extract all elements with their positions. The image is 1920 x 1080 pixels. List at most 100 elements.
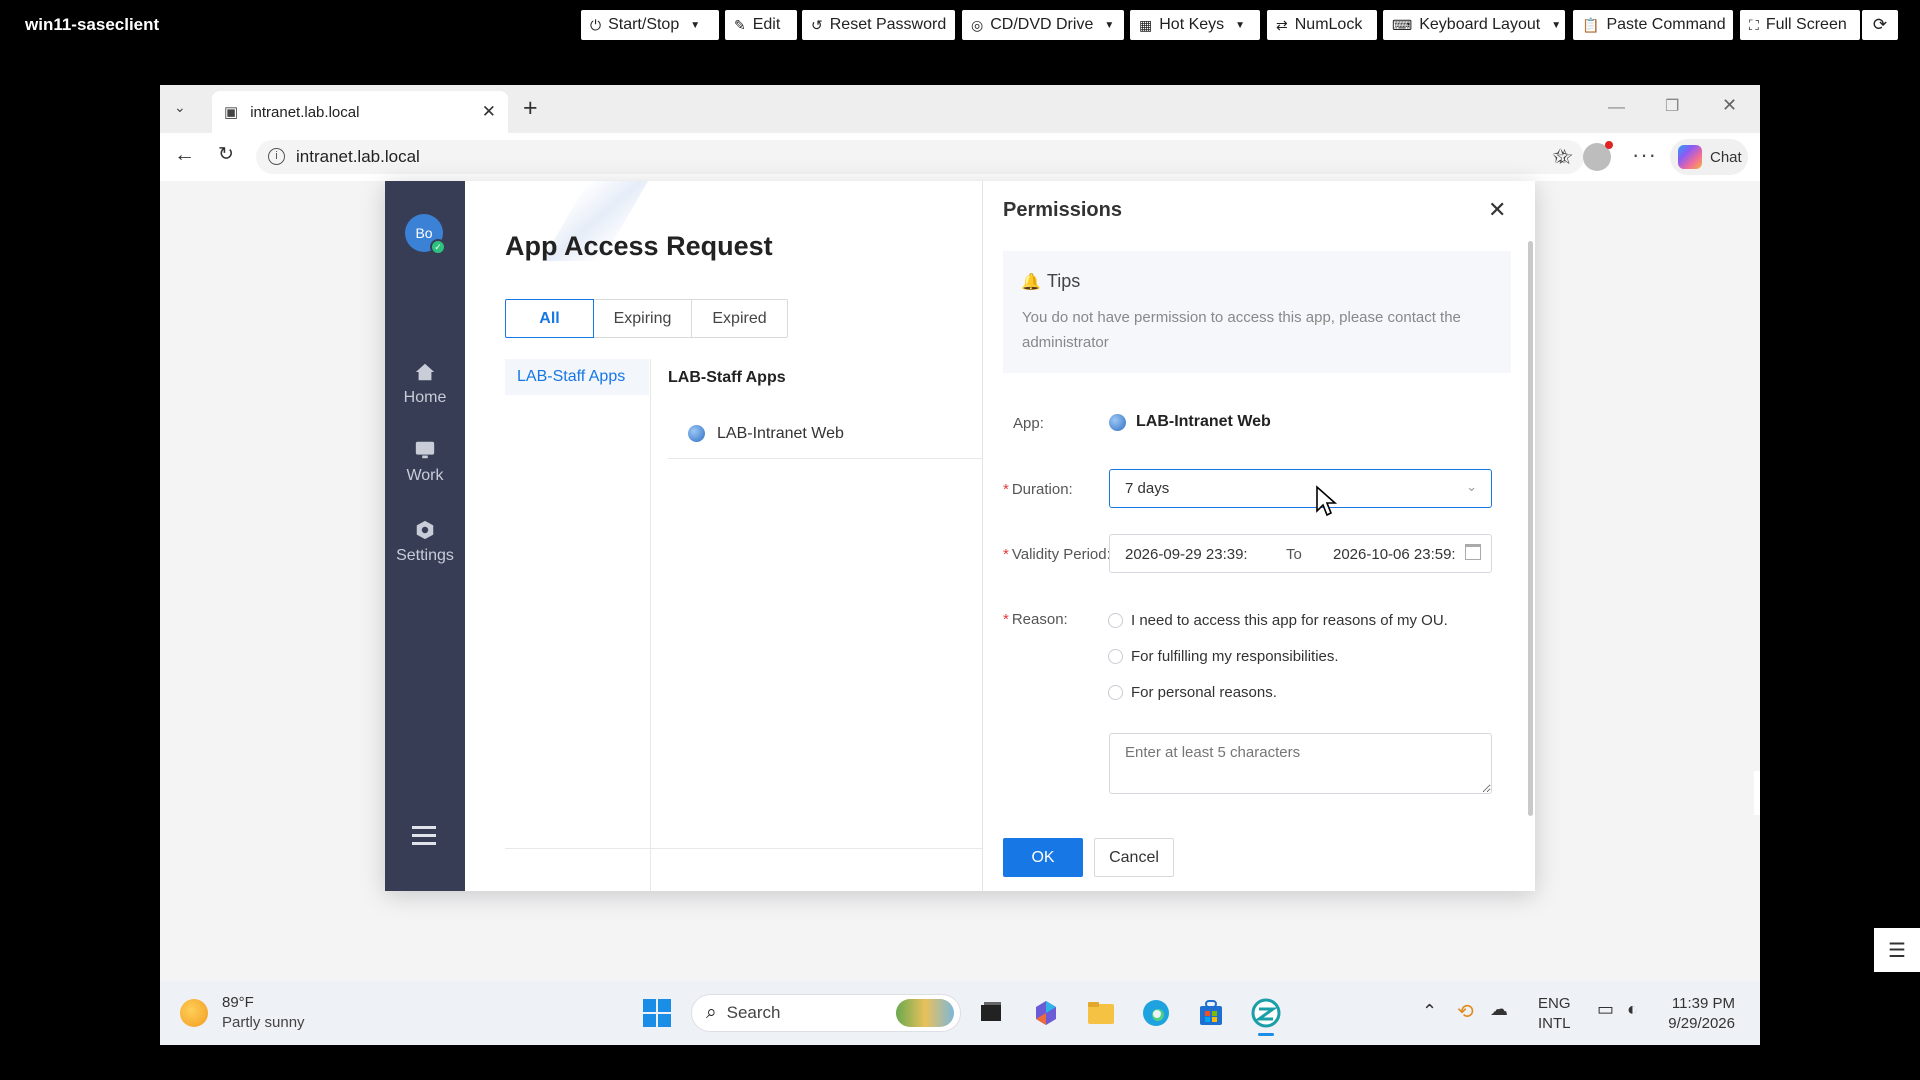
filter-tab-all[interactable]: All bbox=[505, 299, 594, 338]
start-icon[interactable] bbox=[641, 997, 673, 1029]
tab-list-chevron-icon[interactable]: ⌄ bbox=[174, 99, 186, 116]
paste-command-button[interactable]: 📋 Paste Command bbox=[1573, 10, 1733, 40]
clock-time: 11:39 PM bbox=[1671, 995, 1735, 1012]
sidebar-item-home[interactable]: Home bbox=[385, 361, 465, 407]
reason-text: I need to access this app for reasons of… bbox=[1131, 612, 1448, 629]
duration-select[interactable]: 7 days ⌄ bbox=[1109, 469, 1492, 508]
numlock-label: NumLock bbox=[1294, 16, 1363, 33]
notes-widget-icon[interactable]: ☰ bbox=[1874, 928, 1920, 972]
volume-icon[interactable]: ◐ bbox=[1627, 999, 1638, 1020]
radio-button[interactable] bbox=[1108, 613, 1123, 628]
url-text: intranet.lab.local bbox=[296, 147, 420, 166]
arrows-icon: ⇄ bbox=[1276, 16, 1288, 33]
dialog-title: Permissions bbox=[1003, 199, 1122, 221]
weather-temp[interactable]: 89°F bbox=[222, 994, 254, 1011]
site-info-icon[interactable]: i bbox=[268, 148, 285, 165]
numlock-button[interactable]: ⇄ NumLock bbox=[1267, 10, 1377, 40]
tips-title: Tips bbox=[1046, 271, 1081, 291]
cloud-off-icon[interactable]: ☁ bbox=[1490, 999, 1508, 1020]
status-check-icon: ✓ bbox=[430, 239, 446, 255]
restore-icon[interactable]: ❐ bbox=[1665, 96, 1679, 116]
reload-icon[interactable]: ↻ bbox=[218, 143, 234, 166]
tips-text: You do not have permission to access thi… bbox=[1022, 309, 1461, 351]
address-bar-row: ← ↻ i intranet.lab.local ☆ ✩ ··· Chat bbox=[160, 133, 1760, 181]
reason-textarea[interactable] bbox=[1109, 733, 1492, 794]
app-name: LAB-Intranet Web bbox=[717, 424, 844, 442]
keyboard-layout-button[interactable]: ⌨ Keyboard Layout ▼ bbox=[1383, 10, 1565, 40]
lang-line-1: ENG bbox=[1538, 995, 1571, 1012]
sidebar-item-settings[interactable]: Settings bbox=[385, 519, 465, 565]
edit-button[interactable]: ✎ Edit bbox=[725, 10, 797, 40]
filter-tab-expiring[interactable]: Expiring bbox=[594, 299, 692, 338]
gear-icon bbox=[416, 520, 434, 540]
filter-tab-expired[interactable]: Expired bbox=[692, 299, 788, 338]
tips-box: 🔔 Tips You do not have permission to acc… bbox=[1003, 251, 1511, 373]
edit-label: Edit bbox=[752, 16, 781, 33]
favorites-icon[interactable]: ✩ bbox=[1552, 144, 1569, 169]
chevron-down-icon: ⌄ bbox=[1466, 479, 1477, 494]
user-avatar[interactable]: Bo ✓ bbox=[405, 214, 446, 255]
chevron-up-icon[interactable]: ⌃ bbox=[1422, 1001, 1437, 1022]
validity-start[interactable]: 2026-09-29 23:39: bbox=[1125, 546, 1248, 563]
reason-option-personal[interactable]: For personal reasons. bbox=[1108, 684, 1277, 701]
hamburger-menu-icon[interactable] bbox=[412, 826, 436, 845]
copilot-chat-button[interactable]: Chat bbox=[1670, 139, 1748, 175]
network-icon[interactable]: ▭ bbox=[1597, 999, 1614, 1020]
language-indicator[interactable]: ENG INTL bbox=[1538, 994, 1571, 1034]
dialog-scrollbar[interactable] bbox=[1528, 241, 1533, 816]
reset-password-label: Reset Password bbox=[829, 16, 947, 33]
cd-dvd-button[interactable]: ◎ CD/DVD Drive ▼ bbox=[962, 10, 1124, 40]
validity-range-picker[interactable]: 2026-09-29 23:39: To 2026-10-06 23:59: bbox=[1109, 534, 1492, 573]
validity-end[interactable]: 2026-10-06 23:59: bbox=[1333, 546, 1456, 563]
hot-keys-button[interactable]: ▦ Hot Keys ▼ bbox=[1130, 10, 1260, 40]
clock[interactable]: 11:39 PM 9/29/2026 bbox=[1665, 994, 1735, 1034]
sase-client-icon[interactable] bbox=[1250, 997, 1282, 1036]
mouse-cursor-icon bbox=[1316, 485, 1338, 517]
group-header: LAB-Staff Apps bbox=[668, 369, 786, 386]
address-bar[interactable]: i intranet.lab.local ☆ bbox=[256, 140, 1584, 174]
fullscreen-icon: ⛶ bbox=[1749, 16, 1759, 33]
notification-dot bbox=[1605, 141, 1613, 149]
full-screen-label: Full Screen bbox=[1765, 16, 1847, 33]
reset-password-button[interactable]: ↺ Reset Password bbox=[802, 10, 955, 40]
taskbar-search[interactable]: ⌕ Search bbox=[691, 994, 961, 1032]
reason-option-responsibilities[interactable]: For fulfilling my responsibilities. bbox=[1108, 648, 1339, 665]
start-stop-button[interactable]: ⏻ Start/Stop ▼ bbox=[581, 10, 719, 40]
more-menu-icon[interactable]: ··· bbox=[1632, 142, 1657, 168]
minimize-icon[interactable]: — bbox=[1608, 97, 1625, 117]
group-nav-item[interactable]: LAB-Staff Apps bbox=[505, 359, 649, 395]
reason-option-ou[interactable]: I need to access this app for reasons of… bbox=[1108, 612, 1448, 629]
radio-button[interactable] bbox=[1108, 685, 1123, 700]
caret-down-icon: ▼ bbox=[690, 19, 701, 31]
sidebar-item-work[interactable]: Work bbox=[385, 439, 465, 485]
full-screen-button[interactable]: ⛶ Full Screen bbox=[1740, 10, 1860, 40]
chat-label: Chat bbox=[1710, 148, 1742, 166]
task-view-icon[interactable] bbox=[975, 997, 1007, 1029]
file-explorer-icon[interactable] bbox=[1085, 997, 1117, 1029]
close-window-icon[interactable]: ✕ bbox=[1722, 95, 1737, 116]
edge-browser-icon[interactable] bbox=[1140, 997, 1172, 1029]
weather-desc[interactable]: Partly sunny bbox=[222, 1014, 305, 1031]
back-icon[interactable]: ← bbox=[174, 143, 195, 167]
console-title: win11-saseclient bbox=[25, 15, 160, 34]
close-tab-icon[interactable]: ✕ bbox=[482, 102, 496, 122]
browser-tab[interactable]: ▣ intranet.lab.local ✕ bbox=[212, 91, 508, 133]
sync-icon[interactable]: ⟲ bbox=[1457, 999, 1474, 1024]
divider bbox=[505, 848, 982, 849]
refresh-console-button[interactable]: ⟳ bbox=[1862, 10, 1898, 40]
start-stop-label: Start/Stop bbox=[608, 16, 680, 33]
reason-label: * Reason: bbox=[1003, 611, 1068, 628]
radio-button[interactable] bbox=[1108, 649, 1123, 664]
sidebar-item-label: Work bbox=[406, 467, 444, 484]
m365-icon[interactable] bbox=[1030, 997, 1062, 1029]
new-tab-icon[interactable]: + bbox=[523, 94, 538, 123]
ok-button[interactable]: OK bbox=[1003, 838, 1083, 877]
weather-icon[interactable] bbox=[180, 999, 208, 1027]
store-icon[interactable] bbox=[1195, 997, 1227, 1029]
profile-avatar[interactable] bbox=[1583, 141, 1613, 171]
validity-to: To bbox=[1286, 546, 1302, 563]
close-dialog-icon[interactable]: ✕ bbox=[1488, 197, 1506, 223]
cancel-button[interactable]: Cancel bbox=[1094, 838, 1174, 877]
caret-down-icon: ▼ bbox=[1104, 19, 1115, 31]
app-list-item[interactable]: LAB-Intranet Web bbox=[668, 409, 982, 459]
